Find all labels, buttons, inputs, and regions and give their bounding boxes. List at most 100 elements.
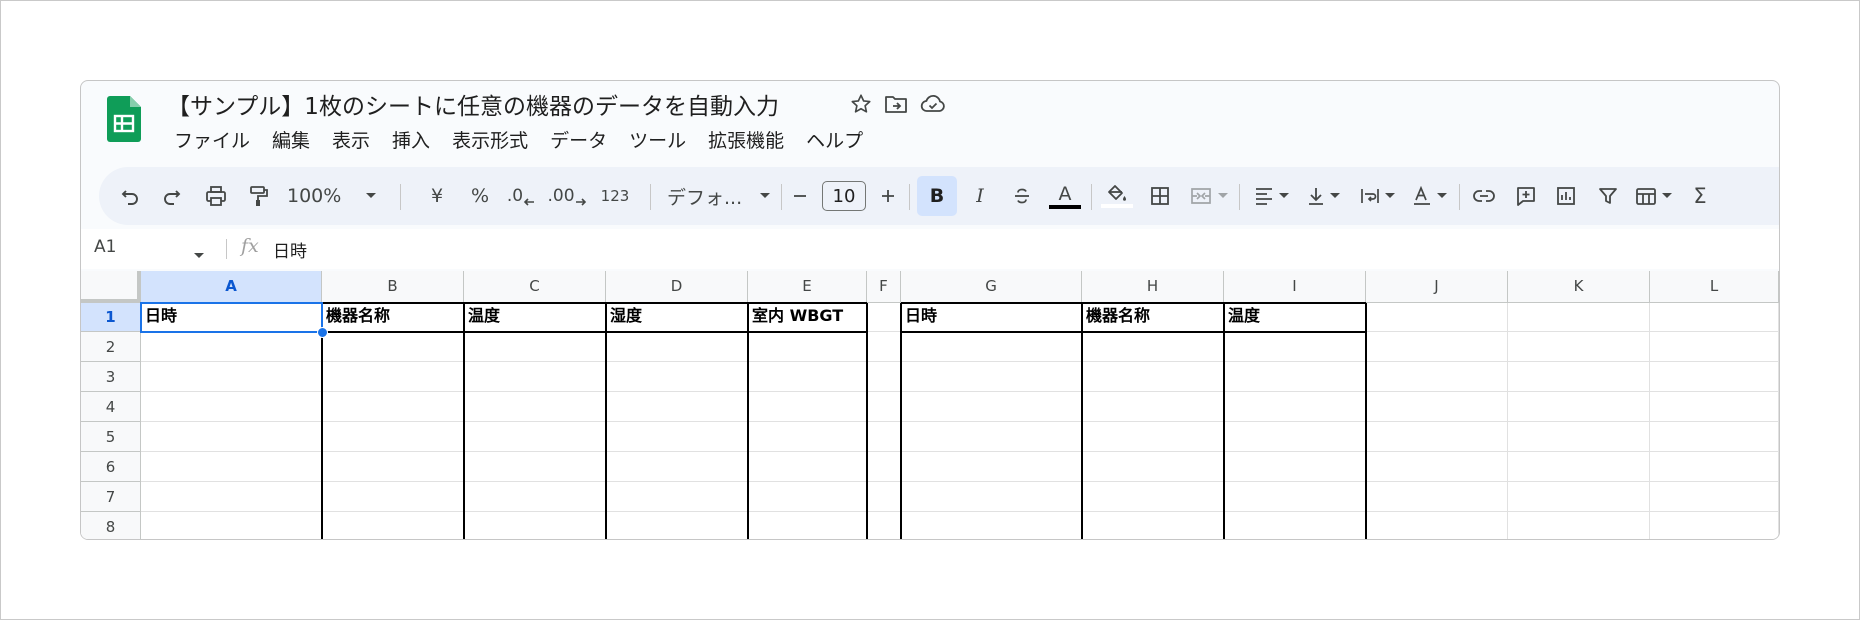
italic-button[interactable]: I xyxy=(963,176,997,216)
cell-b2[interactable] xyxy=(322,332,464,362)
cell-l5[interactable] xyxy=(1650,422,1779,452)
font-size-input[interactable]: 10 xyxy=(822,181,866,211)
cell-j2[interactable] xyxy=(1366,332,1508,362)
row-header-8[interactable]: 8 xyxy=(81,512,141,539)
cell-h2[interactable] xyxy=(1082,332,1224,362)
cell-a8[interactable] xyxy=(141,512,322,539)
cell-d3[interactable] xyxy=(606,362,748,392)
cell-k7[interactable] xyxy=(1508,482,1650,512)
cell-b5[interactable] xyxy=(322,422,464,452)
font-family-select[interactable]: デフォ... xyxy=(665,176,775,216)
functions-button[interactable]: Σ xyxy=(1685,176,1715,216)
cell-k4[interactable] xyxy=(1508,392,1650,422)
cell-b1[interactable]: 機器名称 xyxy=(322,303,464,332)
cell-g2[interactable] xyxy=(901,332,1082,362)
cell-c4[interactable] xyxy=(464,392,606,422)
filter-views-icon[interactable] xyxy=(1629,176,1677,216)
column-header-i[interactable]: I xyxy=(1224,271,1366,303)
cloud-status-icon[interactable] xyxy=(919,90,947,118)
cell-i4[interactable] xyxy=(1224,392,1366,422)
cell-g4[interactable] xyxy=(901,392,1082,422)
column-header-a[interactable]: A xyxy=(141,271,322,303)
cell-d4[interactable] xyxy=(606,392,748,422)
cell-j3[interactable] xyxy=(1366,362,1508,392)
cell-j7[interactable] xyxy=(1366,482,1508,512)
cell-e3[interactable] xyxy=(748,362,867,392)
cell-c2[interactable] xyxy=(464,332,606,362)
cell-e5[interactable] xyxy=(748,422,867,452)
column-header-c[interactable]: C xyxy=(464,271,606,303)
sheets-logo-icon[interactable] xyxy=(107,96,141,142)
cell-i3[interactable] xyxy=(1224,362,1366,392)
menu-format[interactable]: 表示形式 xyxy=(441,126,539,156)
cell-e4[interactable] xyxy=(748,392,867,422)
cell-k3[interactable] xyxy=(1508,362,1650,392)
cell-g8[interactable] xyxy=(901,512,1082,539)
cell-h8[interactable] xyxy=(1082,512,1224,539)
cell-j5[interactable] xyxy=(1366,422,1508,452)
row-header-5[interactable]: 5 xyxy=(81,422,141,452)
column-header-d[interactable]: D xyxy=(606,271,748,303)
cell-a4[interactable] xyxy=(141,392,322,422)
cell-e6[interactable] xyxy=(748,452,867,482)
cell-c1[interactable]: 温度 xyxy=(464,303,606,332)
zoom-select[interactable]: 100% xyxy=(277,176,381,216)
cell-a3[interactable] xyxy=(141,362,322,392)
strikethrough-icon[interactable] xyxy=(1005,176,1039,216)
cell-e8[interactable] xyxy=(748,512,867,539)
cell-l6[interactable] xyxy=(1650,452,1779,482)
cell-d1[interactable]: 湿度 xyxy=(606,303,748,332)
row-header-1[interactable]: 1 xyxy=(81,303,141,332)
cell-l2[interactable] xyxy=(1650,332,1779,362)
cell-g5[interactable] xyxy=(901,422,1082,452)
column-header-k[interactable]: K xyxy=(1508,271,1650,303)
cell-f2[interactable] xyxy=(867,332,901,362)
select-all-corner[interactable] xyxy=(81,271,141,303)
cell-l7[interactable] xyxy=(1650,482,1779,512)
cell-i6[interactable] xyxy=(1224,452,1366,482)
cell-h3[interactable] xyxy=(1082,362,1224,392)
increase-font-size-icon[interactable] xyxy=(875,176,901,216)
cell-a2[interactable] xyxy=(141,332,322,362)
cell-c3[interactable] xyxy=(464,362,606,392)
menu-file[interactable]: ファイル xyxy=(163,126,261,156)
cell-e7[interactable] xyxy=(748,482,867,512)
document-title[interactable]: 【サンプル】1枚のシートに任意の機器のデータを自動入力 xyxy=(167,87,779,121)
star-icon[interactable] xyxy=(847,90,875,118)
cell-d7[interactable] xyxy=(606,482,748,512)
cell-h5[interactable] xyxy=(1082,422,1224,452)
redo-icon[interactable] xyxy=(157,176,187,216)
cell-c8[interactable] xyxy=(464,512,606,539)
filter-icon[interactable] xyxy=(1591,176,1625,216)
menu-help[interactable]: ヘルプ xyxy=(795,126,874,156)
cell-b8[interactable] xyxy=(322,512,464,539)
move-to-folder-icon[interactable] xyxy=(882,90,910,118)
cell-d6[interactable] xyxy=(606,452,748,482)
cell-j4[interactable] xyxy=(1366,392,1508,422)
column-header-l[interactable]: L xyxy=(1650,271,1779,303)
cell-a1[interactable]: 日時 xyxy=(141,303,322,332)
cell-d5[interactable] xyxy=(606,422,748,452)
cell-h7[interactable] xyxy=(1082,482,1224,512)
menu-tools[interactable]: ツール xyxy=(618,126,697,156)
cell-f4[interactable] xyxy=(867,392,901,422)
column-header-g[interactable]: G xyxy=(901,271,1082,303)
borders-icon[interactable] xyxy=(1145,176,1175,216)
cell-f3[interactable] xyxy=(867,362,901,392)
percent-format-button[interactable]: % xyxy=(465,176,495,216)
cell-d2[interactable] xyxy=(606,332,748,362)
menu-view[interactable]: 表示 xyxy=(321,126,381,156)
print-icon[interactable] xyxy=(201,176,231,216)
insert-link-icon[interactable] xyxy=(1467,176,1501,216)
cell-i7[interactable] xyxy=(1224,482,1366,512)
cell-a7[interactable] xyxy=(141,482,322,512)
cell-f8[interactable] xyxy=(867,512,901,539)
cell-h1[interactable]: 機器名称 xyxy=(1082,303,1224,332)
insert-comment-icon[interactable] xyxy=(1509,176,1543,216)
column-header-j[interactable]: J xyxy=(1366,271,1508,303)
cell-c7[interactable] xyxy=(464,482,606,512)
cell-d8[interactable] xyxy=(606,512,748,539)
menu-data[interactable]: データ xyxy=(539,126,618,156)
cell-g1[interactable]: 日時 xyxy=(901,303,1082,332)
cell-h4[interactable] xyxy=(1082,392,1224,422)
